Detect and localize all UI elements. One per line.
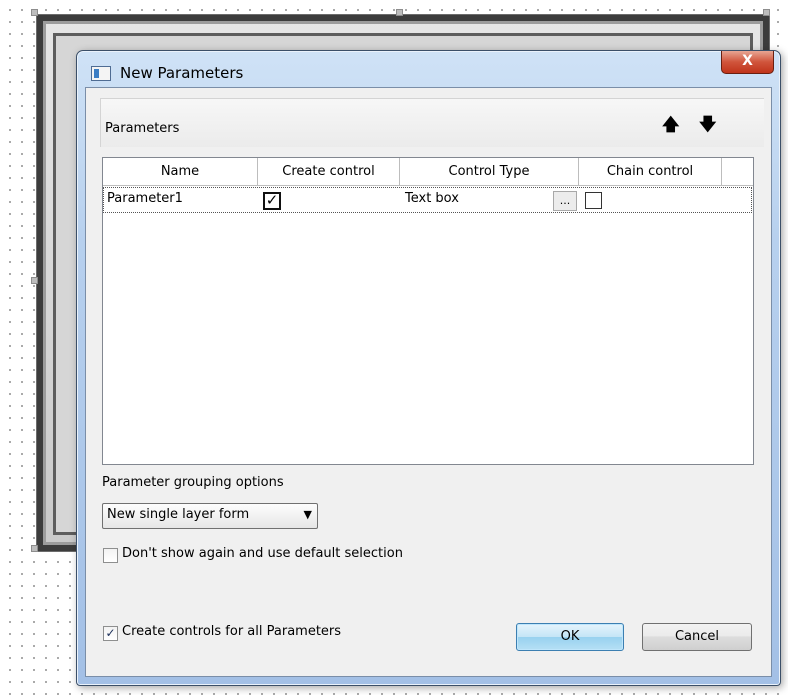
column-header-name[interactable]: Name [103,158,258,186]
dont-show-again-checkbox[interactable] [103,548,118,563]
selection-handle[interactable] [396,9,403,16]
parameters-title: Parameters [105,121,180,136]
control-type-browse-button[interactable]: ... [553,191,577,211]
column-header-filler [722,158,753,186]
grid-header: Name Create control Control Type Chain c… [103,158,753,186]
chevron-down-icon: ▼ [303,508,312,521]
grouping-options-label: Parameter grouping options [102,475,284,490]
chain-control-checkbox[interactable] [585,192,602,209]
grouping-select-value: New single layer form [107,507,250,522]
create-all-controls-checkbox[interactable]: ✓ [103,626,118,641]
selection-handle[interactable] [31,9,38,16]
column-header-create-control[interactable]: Create control [258,158,400,186]
selection-handle[interactable] [31,545,38,552]
form-window-icon [91,66,111,81]
arrow-down-icon[interactable]: 🡇 [699,117,716,134]
parameter-name-cell[interactable]: Parameter1 [107,188,183,212]
control-type-cell[interactable]: Text box [405,188,459,212]
dialog-client-area: Parameters 🡅 🡇 Name Create control Contr… [85,87,772,677]
create-all-controls-label[interactable]: Create controls for all Parameters [122,624,341,639]
cancel-button[interactable]: Cancel [642,623,752,651]
table-row[interactable]: Parameter1 ✓ Text box ... [103,187,752,213]
parameters-header: Parameters 🡅 🡇 [100,98,764,147]
close-button[interactable]: X [721,51,774,74]
selection-handle[interactable] [763,9,770,16]
dialog-titlebar[interactable]: New Parameters X [77,51,780,87]
column-header-control-type[interactable]: Control Type [400,158,579,186]
create-control-checkbox[interactable]: ✓ [263,192,281,210]
arrow-up-icon[interactable]: 🡅 [662,117,679,134]
grouping-select[interactable]: New single layer form ▼ [102,503,318,529]
selection-handle[interactable] [31,277,38,284]
dont-show-again-label[interactable]: Don't show again and use default selecti… [122,546,403,561]
dialog-title: New Parameters [120,64,244,82]
column-header-chain-control[interactable]: Chain control [579,158,722,186]
close-icon: X [742,53,753,69]
new-parameters-dialog: New Parameters X Parameters 🡅 🡇 Name Cre… [76,50,781,686]
ok-button[interactable]: OK [516,623,624,651]
parameters-grid: Name Create control Control Type Chain c… [102,157,754,465]
